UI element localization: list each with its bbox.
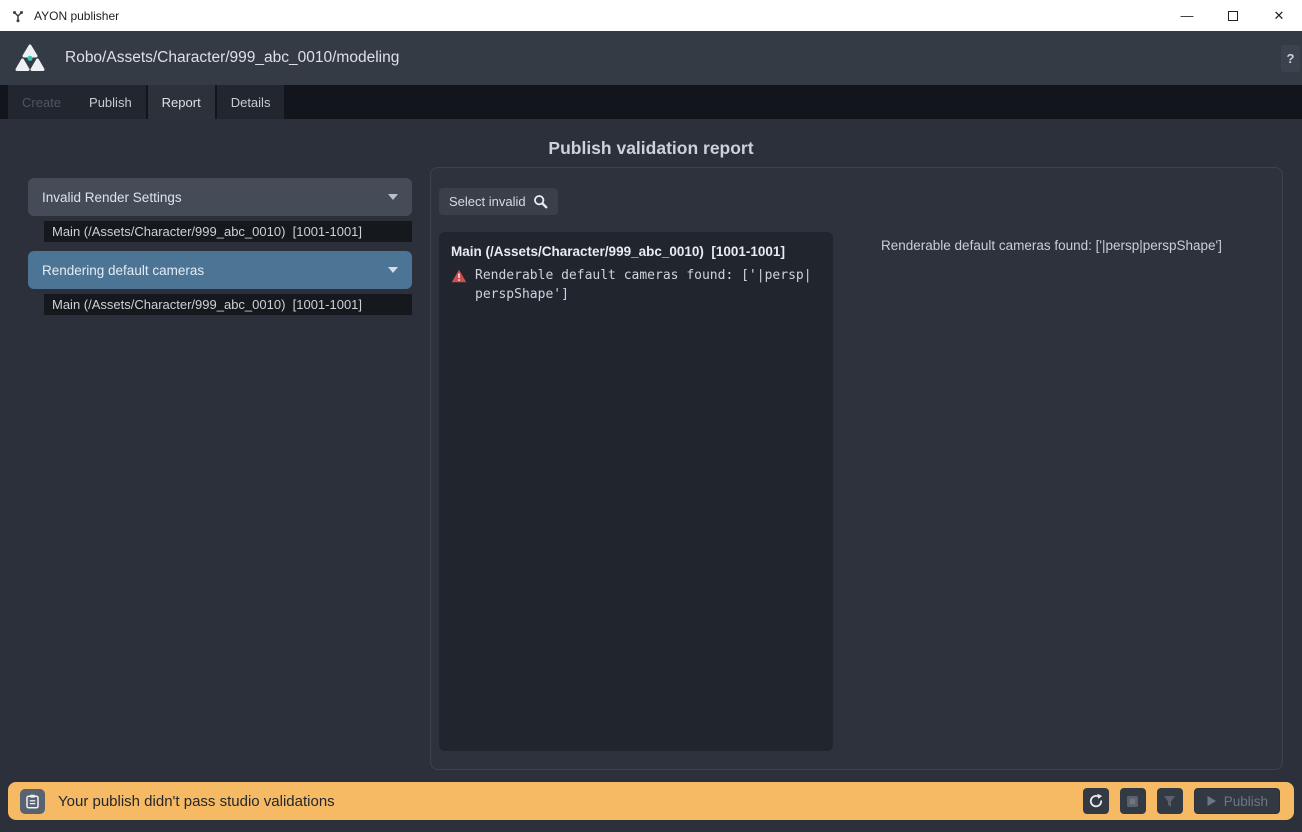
tab-bar: Create Publish Report Details: [0, 85, 1302, 119]
select-invalid-button[interactable]: Select invalid: [439, 188, 558, 215]
error-group-header-rendering-default-cameras[interactable]: Rendering default cameras: [28, 251, 412, 289]
validation-banner: Your publish didn't pass studio validati…: [8, 782, 1294, 820]
instance-error-card-title: Main (/Assets/Character/999_abc_0010) [1…: [451, 244, 821, 259]
filter-icon: [1163, 795, 1176, 808]
ayon-logo-icon: [12, 42, 48, 74]
error-message-text: Renderable default cameras found: ['|per…: [475, 267, 815, 305]
page-title: Publish validation report: [0, 138, 1302, 159]
error-group: Rendering default cameras Main (/Assets/…: [28, 251, 412, 315]
refresh-button[interactable]: [1083, 788, 1109, 814]
publish-button[interactable]: Publish: [1194, 788, 1280, 814]
select-invalid-label: Select invalid: [449, 194, 526, 209]
error-description-text: Renderable default cameras found: ['|per…: [881, 238, 1222, 253]
warning-icon: [451, 269, 467, 283]
report-details-button[interactable]: [20, 789, 45, 814]
filter-button[interactable]: [1157, 788, 1183, 814]
error-detail-panel: Select invalid Main (/Assets/Character/9…: [430, 167, 1283, 770]
window-title: AYON publisher: [34, 9, 119, 23]
instance-error-card: Main (/Assets/Character/999_abc_0010) [1…: [439, 232, 833, 751]
error-group-label: Invalid Render Settings: [42, 190, 182, 205]
ayon-mark-icon: [11, 9, 25, 23]
tab-report[interactable]: Report: [148, 85, 215, 119]
refresh-icon: [1088, 793, 1104, 809]
validation-error-list: Invalid Render Settings Main (/Assets/Ch…: [28, 178, 412, 315]
chevron-down-icon: [388, 267, 398, 273]
validation-message: Your publish didn't pass studio validati…: [58, 793, 335, 810]
error-group: Invalid Render Settings Main (/Assets/Ch…: [28, 178, 412, 242]
help-button[interactable]: ?: [1281, 45, 1300, 72]
tab-create[interactable]: Create: [8, 85, 75, 119]
search-icon: [533, 194, 548, 209]
minimize-icon[interactable]: —: [1164, 0, 1210, 31]
context-breadcrumb: Robo/Assets/Character/999_abc_0010/model…: [65, 49, 399, 67]
close-icon[interactable]: ✕: [1256, 0, 1302, 31]
clipboard-icon: [26, 794, 39, 809]
maximize-icon[interactable]: [1210, 0, 1256, 31]
chevron-down-icon: [388, 194, 398, 200]
play-icon: [1206, 795, 1217, 807]
tab-publish[interactable]: Publish: [75, 85, 146, 119]
error-group-header-invalid-render-settings[interactable]: Invalid Render Settings: [28, 178, 412, 216]
error-group-label: Rendering default cameras: [42, 263, 204, 278]
error-instance-item[interactable]: Main (/Assets/Character/999_abc_0010) [1…: [44, 294, 412, 315]
tab-details[interactable]: Details: [217, 85, 285, 119]
titlebar: AYON publisher — ✕: [0, 0, 1302, 31]
stop-icon: [1126, 795, 1139, 808]
publish-button-label: Publish: [1224, 794, 1268, 809]
error-instance-item[interactable]: Main (/Assets/Character/999_abc_0010) [1…: [44, 221, 412, 242]
stop-button[interactable]: [1120, 788, 1146, 814]
header: Robo/Assets/Character/999_abc_0010/model…: [0, 31, 1302, 85]
